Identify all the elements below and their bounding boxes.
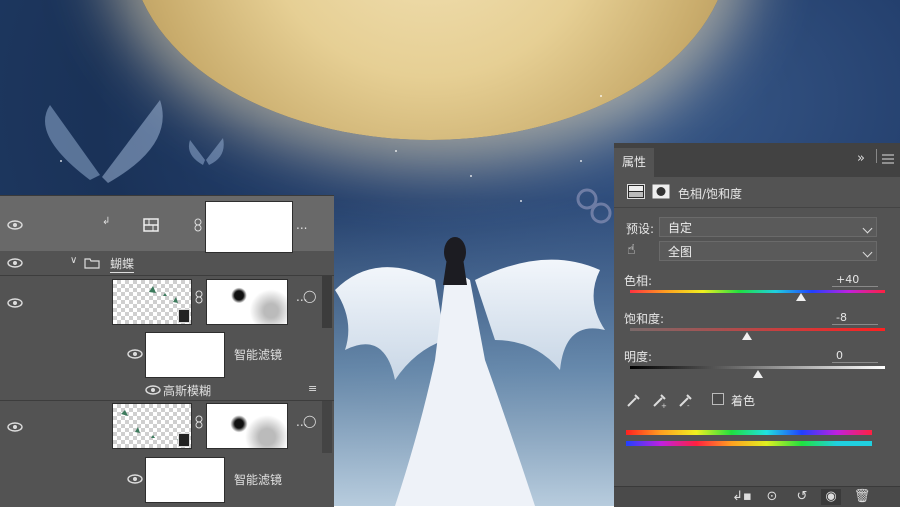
channel-value: 全图 (668, 245, 693, 259)
lightness-label: 明度: (624, 350, 653, 364)
star (520, 200, 522, 202)
layers-panel: ↲ ... ∨ 蝴蝶 ... ◯ ^ 智能滤镜 高斯模糊 ≡ (0, 195, 334, 507)
smart-filter-row[interactable]: 智能滤镜 (0, 455, 334, 507)
lightness-value[interactable]: 0 (832, 349, 878, 363)
smart-filter-row[interactable]: 智能滤镜 (0, 330, 334, 380)
eyedropper-icon[interactable] (626, 392, 642, 408)
butterfly-image (576, 188, 612, 224)
smart-object-badge-icon (178, 309, 190, 323)
filter-mask-thumbnail[interactable] (206, 279, 288, 325)
svg-text:+: + (661, 402, 667, 408)
chevron-down-icon[interactable]: ∨ (70, 255, 77, 266)
collapse-panel-icon[interactable]: » (857, 151, 865, 166)
link-icon[interactable] (194, 290, 204, 304)
smart-object-layer-row[interactable]: ... ◯ ^ (0, 401, 334, 453)
eye-icon[interactable] (7, 220, 23, 230)
filter-effect-label: 高斯模糊 (163, 384, 212, 398)
scrollbar[interactable] (322, 276, 332, 328)
delete-trash-icon[interactable]: 🗑 (852, 489, 872, 505)
saturation-slider-track[interactable] (630, 328, 885, 331)
mask-icon[interactable] (652, 184, 670, 199)
star (600, 95, 602, 97)
hand-tool-icon[interactable]: ☝ (627, 242, 636, 258)
lightness-slider-handle[interactable] (752, 370, 763, 378)
layer-mask-thumbnail[interactable] (205, 201, 293, 253)
layer-row-selected[interactable]: ↲ ... (0, 196, 334, 253)
eye-icon[interactable] (7, 422, 23, 432)
tab-properties[interactable]: 属性 (614, 148, 654, 177)
smart-filter-icon: ◯ (303, 289, 317, 303)
smart-filter-label: 智能滤镜 (234, 473, 283, 487)
smart-object-badge-icon (178, 433, 190, 447)
hue-value[interactable]: +40 (832, 273, 878, 287)
lightness-slider-track[interactable] (630, 366, 885, 369)
hue-label: 色相: (624, 274, 653, 288)
angel-figure-image (335, 237, 605, 506)
adjustment-layer-icon[interactable] (627, 184, 645, 199)
smart-object-layer-row[interactable]: ... ◯ ^ (0, 276, 334, 328)
saturation-slider-handle[interactable] (742, 332, 753, 340)
butterfly-image (45, 100, 163, 183)
link-icon[interactable] (194, 415, 204, 429)
reset-icon[interactable]: ↺ (792, 489, 812, 505)
smart-filter-mask-thumbnail[interactable] (145, 457, 225, 503)
eye-icon[interactable] (127, 349, 143, 359)
filter-options-icon[interactable]: ≡ (308, 382, 317, 395)
smart-filter-label: 智能滤镜 (234, 348, 283, 362)
eye-icon[interactable] (127, 474, 143, 484)
preset-dropdown[interactable]: 自定 (659, 217, 877, 237)
layer-group-row[interactable]: ∨ 蝴蝶 (0, 252, 334, 274)
properties-panel: 属性 » 色相/饱和度 预设: 自定 ☝ 全图 色相: +40 饱和度: -8 … (614, 143, 900, 507)
smart-filter-icon: ◯ (303, 414, 317, 428)
visibility-eye-icon[interactable]: ◉ (821, 489, 841, 505)
divider (614, 207, 900, 208)
star (580, 160, 582, 162)
star (395, 150, 397, 152)
scrollbar-track[interactable] (322, 401, 332, 453)
adjustment-title: 色相/饱和度 (678, 187, 743, 201)
saturation-value[interactable]: -8 (832, 311, 878, 325)
panel-menu-icon[interactable] (882, 154, 894, 164)
clip-to-layer-icon[interactable]: ↲▪ (732, 489, 752, 505)
eyedropper-add-icon[interactable]: + (652, 392, 668, 408)
star (470, 175, 472, 177)
preset-label: 预设: (626, 222, 655, 236)
layer-group-label: 蝴蝶 (110, 257, 135, 273)
filter-mask-thumbnail[interactable] (206, 403, 288, 449)
hue-slider-handle[interactable] (795, 293, 806, 301)
properties-tab-bar: 属性 » (614, 143, 900, 177)
chevron-down-icon (862, 223, 873, 234)
channel-dropdown[interactable]: 全图 (659, 241, 877, 261)
output-color-bar (626, 441, 872, 446)
eye-icon[interactable] (145, 385, 161, 395)
adjustment-layer-icon (143, 218, 159, 232)
eye-icon[interactable] (7, 258, 23, 268)
butterfly-image (188, 138, 224, 165)
chevron-down-icon (862, 247, 873, 258)
view-previous-icon[interactable]: ⊙ (762, 489, 782, 505)
hue-slider-track[interactable] (630, 290, 885, 293)
filter-effect-row[interactable]: 高斯模糊 ≡ (0, 380, 334, 400)
input-color-bar (626, 430, 872, 435)
colorize-label: 着色 (731, 394, 756, 408)
eye-icon[interactable] (7, 298, 23, 308)
eyedropper-subtract-icon[interactable]: - (678, 392, 694, 408)
svg-text:-: - (687, 402, 690, 408)
clip-arrow-icon: ↲ (102, 216, 111, 227)
smart-filter-mask-thumbnail[interactable] (145, 332, 225, 378)
more-indicator: ... (296, 218, 308, 232)
colorize-checkbox[interactable] (712, 393, 724, 405)
saturation-label: 饱和度: (624, 312, 665, 326)
divider (876, 149, 877, 163)
preset-value: 自定 (668, 221, 693, 235)
properties-bottom-toolbar: ↲▪ ⊙ ↺ ◉ 🗑 (614, 486, 900, 507)
link-icon[interactable] (193, 218, 203, 232)
folder-icon (84, 258, 100, 269)
